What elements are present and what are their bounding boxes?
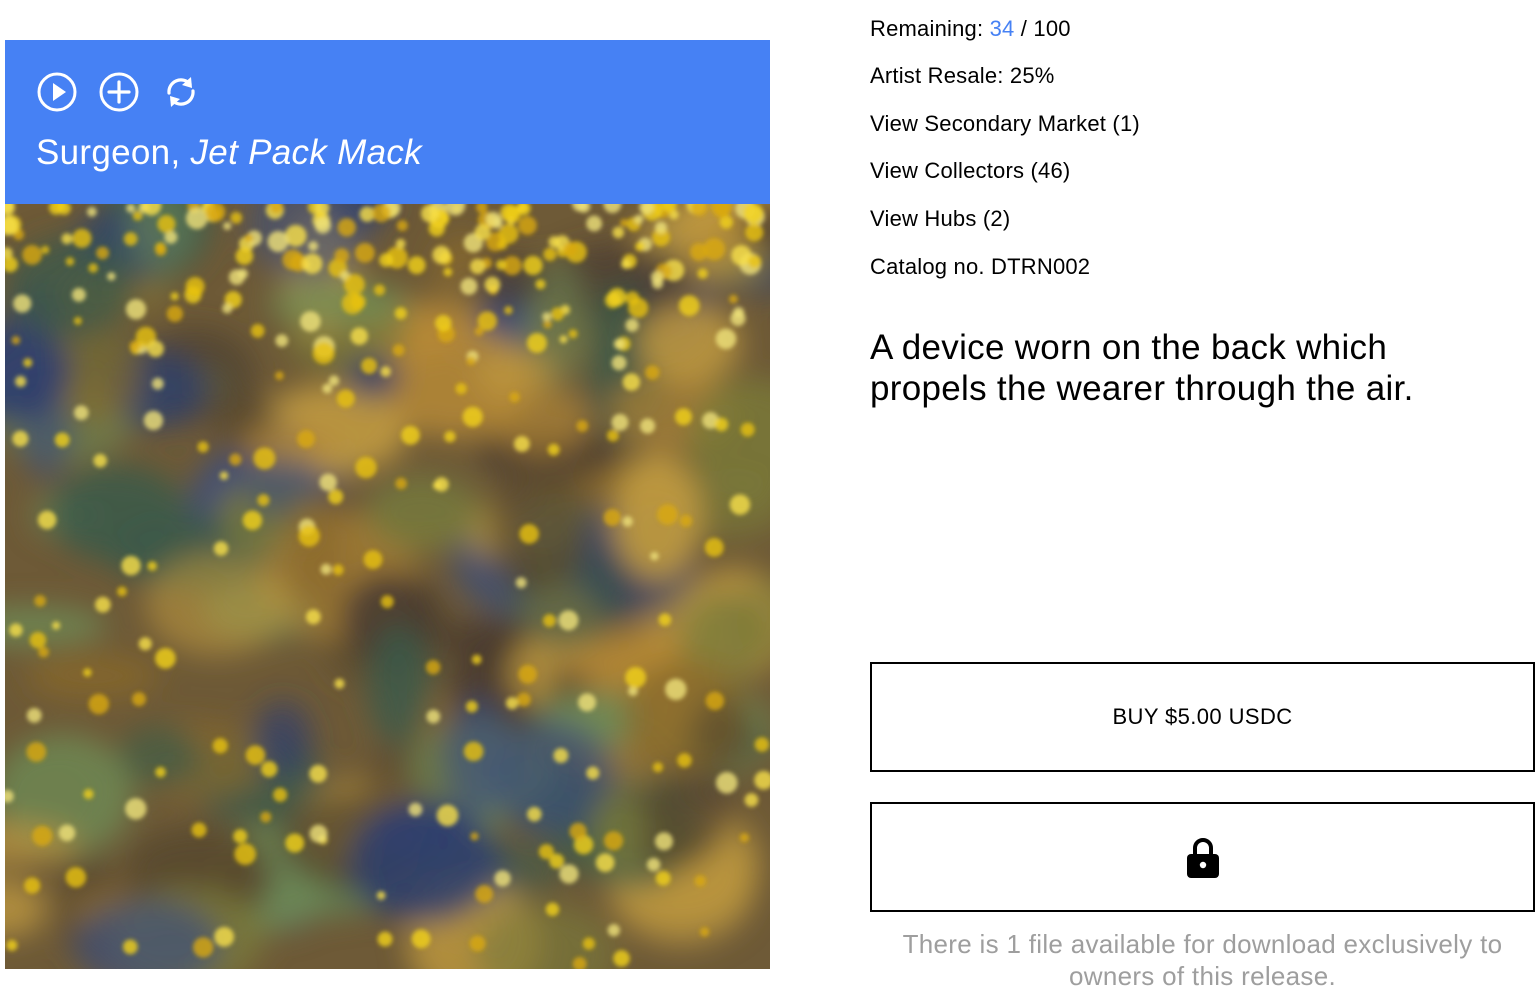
repeat-icon bbox=[167, 77, 195, 107]
release-name: Jet Pack Mack bbox=[190, 133, 422, 172]
release-card: Surgeon, Jet Pack Mack bbox=[5, 40, 770, 969]
player-controls bbox=[36, 71, 222, 113]
lock-icon bbox=[1186, 838, 1219, 878]
play-button[interactable] bbox=[36, 71, 78, 113]
release-header: Surgeon, Jet Pack Mack bbox=[5, 40, 770, 204]
release-title: Surgeon, Jet Pack Mack bbox=[36, 131, 422, 175]
play-icon bbox=[37, 72, 77, 112]
download-note: There is 1 file available for download e… bbox=[902, 929, 1503, 991]
catalog-number: Catalog no. DTRN002 bbox=[870, 254, 1091, 279]
add-icon bbox=[99, 72, 139, 112]
download-locked-button[interactable] bbox=[870, 802, 1535, 912]
add-to-queue-button[interactable] bbox=[98, 71, 140, 113]
hubs-link[interactable]: View Hubs (2) bbox=[870, 204, 1010, 234]
title-separator: , bbox=[170, 133, 191, 172]
cover-art bbox=[5, 204, 770, 969]
release-page: Surgeon, Jet Pack Mack Remaining: 34 / 1… bbox=[0, 0, 1538, 1002]
remaining-label: Remaining: bbox=[870, 16, 990, 41]
artist-resale: Artist Resale: 25% bbox=[870, 63, 1055, 88]
collectors-link[interactable]: View Collectors (46) bbox=[870, 156, 1070, 186]
remaining-count: Remaining: 34 / 100 bbox=[870, 14, 1071, 44]
remaining-value: 34 bbox=[989, 16, 1015, 41]
artist-name: Surgeon bbox=[36, 133, 171, 172]
repeat-button[interactable] bbox=[160, 71, 202, 113]
secondary-market-link[interactable]: View Secondary Market (1) bbox=[870, 109, 1140, 139]
buy-button[interactable]: BUY $5.00 USDC bbox=[870, 662, 1535, 772]
remaining-total: / 100 bbox=[1014, 16, 1071, 41]
release-description: A device worn on the back which propels … bbox=[870, 328, 1414, 408]
